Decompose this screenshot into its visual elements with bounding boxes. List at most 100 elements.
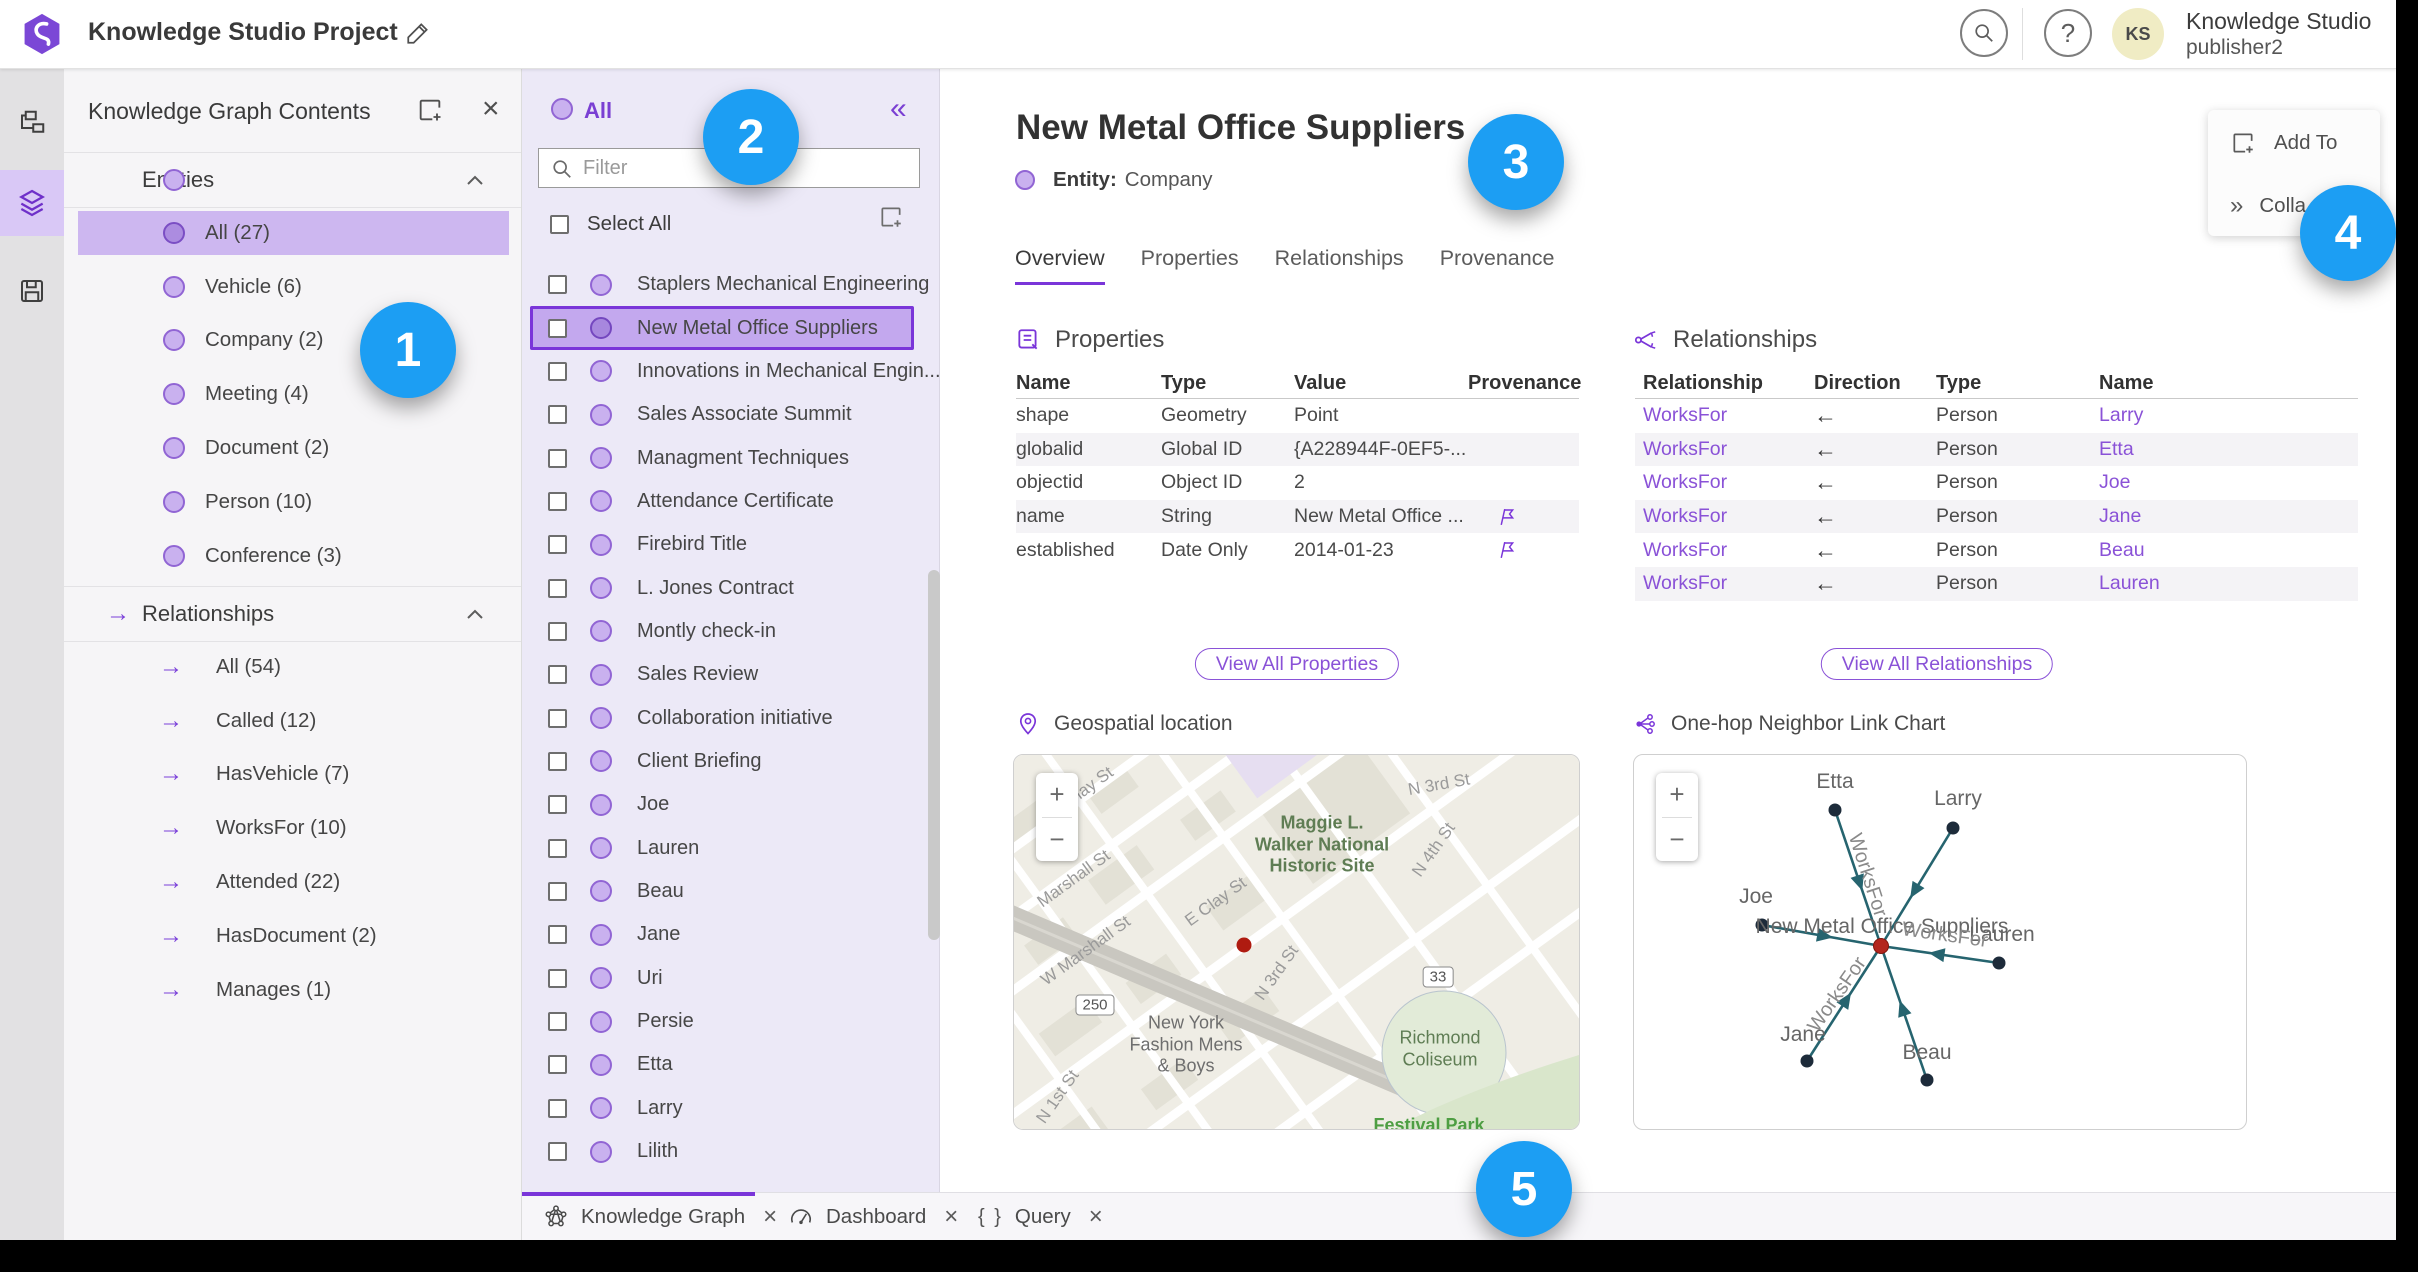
tab-dashboard[interactable]: Dashboard × (788, 1193, 958, 1240)
item-checkbox[interactable] (548, 838, 567, 858)
entity-list-item[interactable]: Montly check-in (530, 610, 914, 653)
detail-tab[interactable]: Overview (1015, 246, 1105, 285)
entity-list-item[interactable]: Client Briefing (530, 740, 914, 783)
entity-list-item[interactable]: Joe (530, 783, 914, 826)
add-to-new-panel-icon[interactable] (416, 96, 444, 124)
item-checkbox[interactable] (548, 708, 567, 728)
item-checkbox[interactable] (548, 361, 567, 381)
related-entity-link[interactable]: Joe (2099, 471, 2358, 494)
tab-knowledge-graph[interactable]: Knowledge Graph × (543, 1193, 777, 1240)
relationship-link[interactable]: WorksFor (1643, 505, 1814, 528)
entity-list-item[interactable]: Managment Techniques (530, 436, 914, 479)
zoom-out-button[interactable]: − (1656, 818, 1698, 862)
item-checkbox[interactable] (548, 491, 567, 511)
relationship-link[interactable]: WorksFor (1643, 539, 1814, 562)
entity-list-item[interactable]: Lauren (530, 826, 914, 869)
relationship-link[interactable]: WorksFor (1643, 471, 1814, 494)
search-button[interactable] (1960, 9, 2008, 57)
help-button[interactable]: ? (2044, 9, 2092, 57)
item-checkbox[interactable] (548, 448, 567, 468)
tab-query[interactable]: { } Query × (978, 1193, 1103, 1240)
layers-button-active[interactable] (0, 170, 64, 236)
sidebar-item-relationship-type[interactable]: → HasVehicle (7) (64, 748, 521, 802)
entity-list-item[interactable]: Persie (530, 1000, 914, 1043)
relationship-link[interactable]: WorksFor (1643, 572, 1814, 595)
item-checkbox[interactable] (548, 751, 567, 771)
sitemap-button[interactable] (0, 90, 64, 156)
sidebar-item-entity-type[interactable]: Vehicle (6) (64, 260, 521, 314)
add-to-new-panel-icon[interactable] (878, 204, 904, 230)
entity-list-item[interactable]: Collaboration initiative (530, 696, 914, 739)
entity-list-item[interactable]: L. Jones Contract (530, 566, 914, 609)
close-panel-icon[interactable]: × (482, 94, 500, 124)
close-tab-icon[interactable]: × (763, 1203, 777, 1231)
entity-list-item[interactable]: Sales Review (530, 653, 914, 696)
item-checkbox[interactable] (548, 1098, 567, 1118)
item-checkbox[interactable] (548, 275, 567, 295)
sidebar-item-entity-type[interactable]: Conference (3) (64, 529, 521, 583)
relationships-section-header[interactable]: → Relationships (64, 586, 521, 642)
item-checkbox[interactable] (548, 318, 567, 338)
item-checkbox[interactable] (548, 1142, 567, 1162)
item-checkbox[interactable] (548, 881, 567, 901)
sidebar-item-relationship-type[interactable]: → Manages (1) (64, 963, 521, 1017)
zoom-in-button[interactable]: + (1656, 773, 1698, 817)
save-button[interactable] (0, 258, 64, 324)
provenance-flag-icon[interactable] (1496, 506, 1517, 528)
entities-section-header[interactable]: Entities (64, 152, 521, 208)
scrollbar-thumb[interactable] (928, 570, 940, 940)
sidebar-item-entity-type[interactable]: All (27) (64, 206, 521, 260)
detail-tab[interactable]: Properties (1141, 246, 1239, 285)
related-entity-link[interactable]: Beau (2099, 539, 2358, 562)
close-tab-icon[interactable]: × (1089, 1203, 1103, 1231)
item-checkbox[interactable] (548, 578, 567, 598)
entity-list-item[interactable]: Uri (530, 957, 914, 1000)
one-hop-link-chart[interactable]: Etta Larry Joe Lauren Jane Beau New Metal Offi… (1633, 754, 2247, 1130)
zoom-in-button[interactable]: + (1036, 773, 1078, 817)
collapse-button[interactable]: » Colla (2230, 192, 2306, 220)
select-all-row[interactable]: Select All (550, 212, 671, 236)
collapse-panel-icon[interactable]: « (890, 92, 907, 126)
entity-list-item[interactable]: Etta (530, 1043, 914, 1086)
avatar[interactable]: KS (2112, 8, 2164, 60)
sidebar-item-relationship-type[interactable]: → Called (12) (64, 694, 521, 748)
view-all-properties-button[interactable]: View All Properties (1194, 648, 1400, 680)
entity-list-item[interactable]: Staplers Mechanical Engineering (530, 263, 929, 306)
sidebar-item-entity-type[interactable]: Document (2) (64, 421, 521, 475)
entity-list-item[interactable]: Attendance Certificate (530, 480, 914, 523)
relationship-link[interactable]: WorksFor (1643, 404, 1814, 427)
entity-list-item[interactable]: Jane (530, 913, 914, 956)
geospatial-map[interactable]: W Clay St N 3rd St Maggie L. Walker Nation… (1013, 754, 1580, 1130)
entity-list-item[interactable]: Sales Associate Summit (530, 393, 914, 436)
item-checkbox[interactable] (548, 405, 567, 425)
sidebar-item-relationship-type[interactable]: → Attended (22) (64, 855, 521, 909)
view-all-relationships-button[interactable]: View All Relationships (1820, 648, 2054, 680)
entity-list-item[interactable]: Beau (530, 870, 914, 913)
sidebar-item-relationship-type[interactable]: → WorksFor (10) (64, 801, 521, 855)
entity-list-item[interactable]: Firebird Title (530, 523, 914, 566)
related-entity-link[interactable]: Larry (2099, 404, 2358, 427)
entity-list-item[interactable]: Lilith (530, 1130, 914, 1173)
related-entity-link[interactable]: Jane (2099, 505, 2358, 528)
item-checkbox[interactable] (548, 925, 567, 945)
edit-title-icon[interactable] (405, 20, 431, 46)
item-checkbox[interactable] (548, 535, 567, 555)
relationship-link[interactable]: WorksFor (1643, 438, 1814, 461)
entity-list-item[interactable]: New Metal Office Suppliers (530, 306, 914, 350)
close-tab-icon[interactable]: × (944, 1203, 958, 1231)
sidebar-item-relationship-type[interactable]: → HasDocument (2) (64, 909, 521, 963)
item-checkbox[interactable] (548, 968, 567, 988)
sidebar-item-entity-type[interactable]: Person (10) (64, 475, 521, 529)
select-all-checkbox[interactable] (550, 214, 569, 234)
entity-list-item[interactable]: Innovations in Mechanical Engin... (530, 350, 941, 393)
zoom-out-button[interactable]: − (1036, 818, 1078, 862)
item-checkbox[interactable] (548, 1055, 567, 1075)
related-entity-link[interactable]: Lauren (2099, 572, 2358, 595)
add-to-button[interactable]: Add To (2230, 130, 2337, 156)
sidebar-item-entity-type[interactable]: Meeting (4) (64, 367, 521, 421)
detail-tab[interactable]: Provenance (1440, 246, 1555, 285)
related-entity-link[interactable]: Etta (2099, 438, 2358, 461)
entity-list-item[interactable]: Larry (530, 1087, 914, 1130)
item-checkbox[interactable] (548, 621, 567, 641)
item-checkbox[interactable] (548, 1012, 567, 1032)
